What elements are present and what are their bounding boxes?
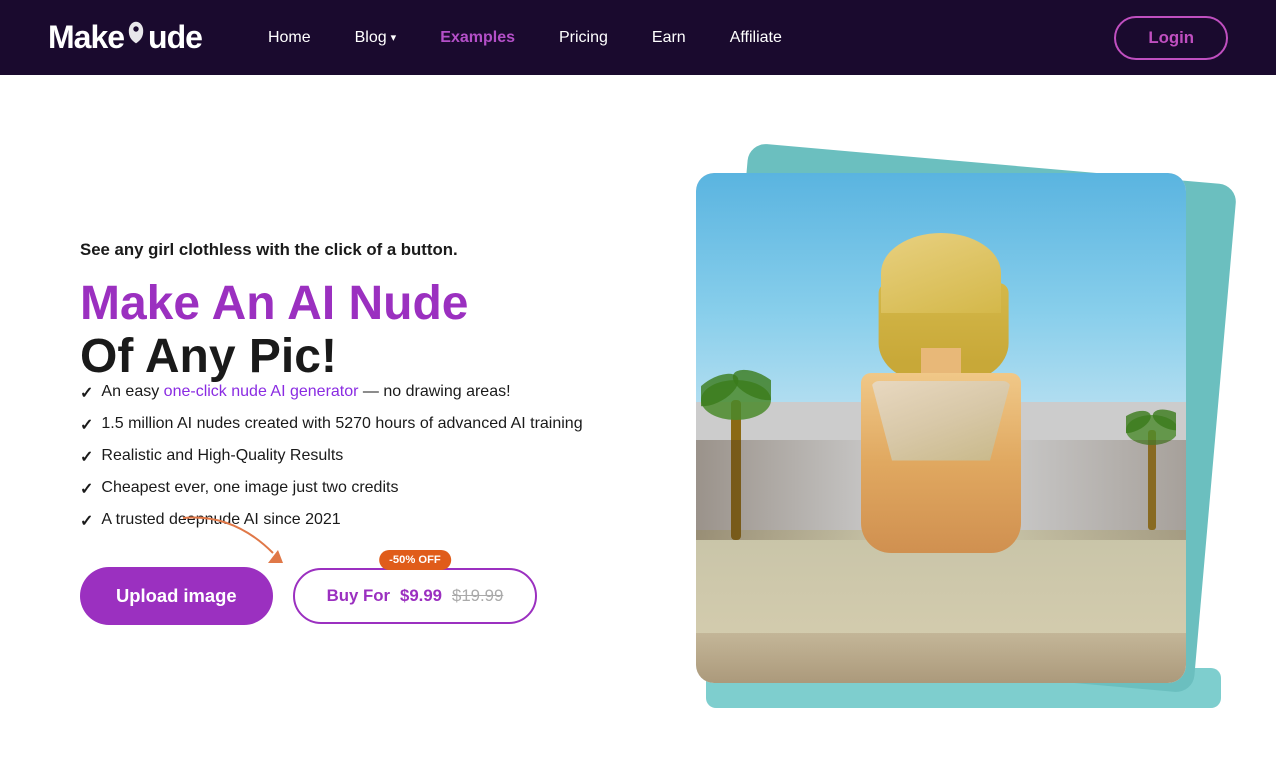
site-logo[interactable]: Make ude	[48, 19, 202, 56]
nav-examples[interactable]: Examples	[422, 21, 533, 55]
hero-subtitle: See any girl clothless with the click of…	[80, 240, 636, 260]
buy-button-wrapper: -50% OFF Buy For $9.99 $19.99	[293, 568, 538, 624]
old-price: $19.99	[452, 586, 503, 606]
check-icon: ✓	[80, 511, 93, 531]
buy-price: $9.99	[400, 586, 442, 606]
check-icon: ✓	[80, 383, 93, 403]
list-item: ✓ 1.5 million AI nudes created with 5270…	[80, 415, 636, 435]
list-item: ✓ An easy one-click nude AI generator — …	[80, 383, 636, 403]
login-button[interactable]: Login	[1114, 16, 1228, 60]
photo-scene	[696, 173, 1186, 683]
hero-section: See any girl clothless with the click of…	[0, 75, 1276, 770]
check-icon: ✓	[80, 479, 93, 499]
list-item: ✓ Cheapest ever, one image just two cred…	[80, 479, 636, 499]
list-item: ✓ A trusted deepnude AI since 2021	[80, 511, 636, 531]
nav-blog[interactable]: Blog ▾	[337, 21, 415, 55]
person-figure	[811, 243, 1071, 683]
buy-button[interactable]: Buy For $9.99 $19.99	[293, 568, 538, 624]
buy-label: Buy For	[327, 586, 390, 606]
hero-features-list: ✓ An easy one-click nude AI generator — …	[80, 383, 636, 531]
navbar: Make ude Home Blog ▾ Examples Pricing Ea…	[0, 0, 1276, 75]
logo-text-make: Make	[48, 19, 124, 56]
hero-main-image-card	[696, 173, 1186, 683]
upload-image-button[interactable]: Upload image	[80, 567, 273, 625]
logo-icon	[125, 20, 147, 56]
hero-cta: Upload image -50% OFF Buy For $9.99 $19.…	[80, 567, 636, 625]
chevron-down-icon: ▾	[391, 31, 397, 44]
nav-pricing[interactable]: Pricing	[541, 21, 626, 55]
nav-earn[interactable]: Earn	[634, 21, 704, 55]
check-icon: ✓	[80, 447, 93, 467]
check-icon: ✓	[80, 415, 93, 435]
nav-links: Home Blog ▾ Examples Pricing Earn Affili…	[250, 21, 1114, 55]
hero-title-line2: Of Any Pic!	[80, 330, 337, 383]
hero-title: Make An AI Nude Of Any Pic!	[80, 278, 636, 384]
hero-content: See any girl clothless with the click of…	[80, 240, 636, 626]
discount-badge: -50% OFF	[379, 550, 451, 570]
bottom-strip	[696, 633, 1186, 683]
hero-image-area	[676, 173, 1196, 693]
nav-home[interactable]: Home	[250, 21, 329, 55]
nav-affiliate[interactable]: Affiliate	[712, 21, 800, 55]
list-item: ✓ Realistic and High-Quality Results	[80, 447, 636, 467]
logo-text-nude: ude	[148, 19, 202, 56]
hero-title-line1: Make An AI Nude	[80, 277, 469, 330]
